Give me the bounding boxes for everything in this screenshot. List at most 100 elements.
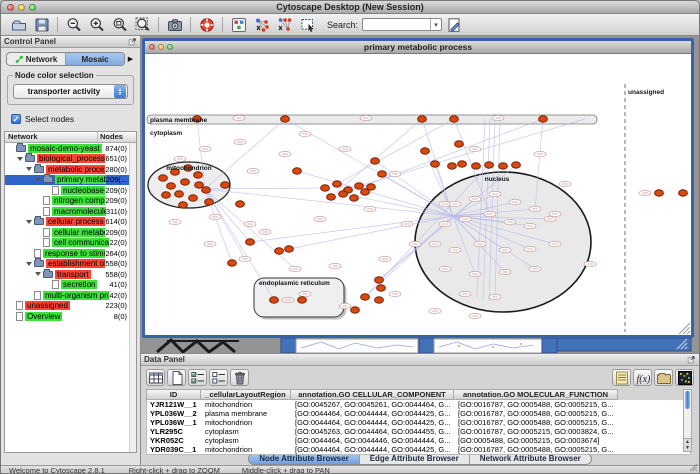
tree-scrollbar[interactable] [129,143,136,452]
open-file-icon[interactable] [7,16,30,34]
table-cell[interactable]: [GO:0045263, GO:0044464, GO:0044455, G..… [292,427,455,436]
node-color-dropdown[interactable]: transporter activity ▲▼ [13,84,128,99]
float-data-panel-icon[interactable] [687,355,696,364]
tab-network-attribute-browser[interactable]: Network Attribute Browser [470,454,591,464]
expander-icon[interactable] [26,262,32,266]
table-row[interactable]: YJR121W__1mitochondrion[GO:0045267, GO:0… [147,400,690,409]
zoom-in-icon[interactable] [85,16,108,34]
tab-overflow-icon[interactable]: ▶ [125,52,136,66]
network-view-titlebar[interactable]: primary metabolic process [145,41,691,54]
network-view-window[interactable]: primary metabolic process plasma membran… [142,38,694,338]
scrollbar-arrows[interactable]: ▲▼ [684,438,691,451]
chevron-down-icon[interactable]: ▾ [430,19,441,30]
notes-icon[interactable] [612,369,631,386]
table-cell[interactable]: mitochondrion [202,445,292,454]
minimize-icon[interactable] [18,4,25,11]
tab-network[interactable]: Network [7,53,66,65]
expander-icon[interactable] [35,272,41,276]
tab-node-attribute-browser[interactable]: Node Attribute Browser [249,454,360,464]
table-scrollbar[interactable]: ▲▼ [683,389,692,452]
column-cellular-layout-region[interactable]: _cellularLayoutRegion [201,389,291,400]
tree-row[interactable]: transport558(0) [5,269,136,280]
expander-icon[interactable] [26,220,32,224]
new-attribute-icon[interactable] [167,369,186,386]
table-cell[interactable]: [GO:0016787, GO:0005488, GO:0005215, G..… [455,400,619,409]
tree-column-network[interactable]: Network [5,132,98,142]
zoom-window-icon[interactable] [29,4,36,11]
tree-row[interactable]: biological_process651(0) [5,154,136,165]
table-cell[interactable]: [GO:0045267, GO:0045261, GO:0044464, G..… [292,400,455,409]
scrollbar-thumb[interactable] [685,391,690,409]
expander-icon[interactable] [26,167,32,171]
table-cell[interactable]: [GO:0044464, GO:0044446, GO:0044444, G..… [292,436,455,445]
window-titlebar[interactable]: Cytoscape Desktop (New Session) [1,1,699,14]
tree-row[interactable]: cell communicat22(0) [5,238,136,249]
search-config-icon[interactable] [442,16,465,34]
select-attributes-icon[interactable] [188,369,207,386]
table-cell[interactable]: YDR039C__1 [147,445,202,454]
import-attributes-icon[interactable] [654,369,673,386]
frame-close-icon[interactable] [149,44,155,50]
table-cell[interactable]: [GO:0016787, GO:0005215, GO:0003824, G..… [455,427,619,436]
function-builder-icon[interactable]: f(x) [633,369,652,386]
save-session-icon[interactable] [30,16,53,34]
network-canvas[interactable]: plasma membranecytoplasmmitochondrionnuc… [145,54,691,335]
table-cell[interactable]: cytoplasm [202,427,292,436]
table-row[interactable]: YKR052Ccytoplasm[GO:0044464, GO:0044446,… [147,436,690,445]
delete-attribute-icon[interactable] [230,369,249,386]
table-row[interactable]: YLR295Ccytoplasm[GO:0045263, GO:0044464,… [147,427,690,436]
layout-nodes-icon[interactable] [250,16,273,34]
close-icon[interactable] [7,4,14,11]
tree-row[interactable]: nitrogen compo209(0) [5,196,136,207]
table-cell[interactable]: YJR121W__1 [147,400,202,409]
frame-minimize-icon[interactable] [158,44,164,50]
search-input[interactable]: ▾ [362,18,442,31]
table-cell[interactable]: mitochondrion [202,418,292,427]
tree-row[interactable]: metabolic process280(0) [5,164,136,175]
help-icon[interactable] [195,16,218,34]
zoom-fit-icon[interactable] [108,16,131,34]
table-cell[interactable]: YKR052C [147,436,202,445]
tab-edge-attribute-browser[interactable]: Edge Attribute Browser [360,454,470,464]
column-go-cellular-component[interactable]: annotation.GO CELLULAR_COMPONENT [291,389,454,400]
table-cell[interactable]: [GO:0044464, GO:0044444, GO:0044425, G..… [292,445,455,454]
zoom-out-icon[interactable] [62,16,85,34]
tree-row[interactable]: Overview8(0) [5,311,136,322]
expander-icon[interactable] [35,178,41,182]
zoom-selected-icon[interactable] [131,16,154,34]
table-cell[interactable]: YLR295C [147,427,202,436]
tree-column-nodes[interactable]: Nodes [98,132,136,142]
attribute-table-icon[interactable] [146,369,165,386]
table-cell[interactable]: [GO:0016787, GO:0005488, GO:0005215, G..… [455,409,619,418]
table-cell[interactable]: [GO:0016787, GO:0005488, GO:0005215, G..… [455,445,619,454]
frame-zoom-icon[interactable] [167,44,173,50]
tree-row[interactable]: multi-organism pro42(0) [5,290,136,301]
expander-icon[interactable] [17,157,23,161]
tree-row[interactable]: secretion41(0) [5,280,136,291]
table-cell[interactable]: cytoplasm [202,436,292,445]
select-mode-icon[interactable] [296,16,319,34]
select-nodes-checkbox[interactable]: ✓ [11,114,21,124]
table-cell[interactable]: [GO:0044464, GO:0044444, GO:0044425, G..… [292,409,455,418]
table-row[interactable]: YDR039C__1mitochondrion[GO:0044464, GO:0… [147,445,690,454]
table-cell[interactable]: [GO:0005488, GO:0005215, GO:0003674] [455,436,619,445]
snapshot-icon[interactable] [163,16,186,34]
table-cell[interactable]: YPL036W__2 [147,409,202,418]
tree-row[interactable]: cellular metabo209(0) [5,227,136,238]
tree-row[interactable]: establishment of lo558(0) [5,259,136,270]
tree-row[interactable]: macromolecule311(0) [5,206,136,217]
table-row[interactable]: YPL036W__2plasma membrane[GO:0044464, GO… [147,409,690,418]
table-cell[interactable]: [GO:0016787, GO:0005488, GO:0005215, G..… [455,418,619,427]
search-text-field[interactable] [363,20,430,29]
tree-row[interactable]: primary metabo209(... [5,175,136,186]
table-cell[interactable]: YPL036W__1 [147,418,202,427]
column-id[interactable]: ID [146,389,201,400]
table-cell[interactable]: [GO:0044464, GO:0044444, GO:0044425, G..… [292,418,455,427]
table-cell[interactable]: plasma membrane [202,409,292,418]
column-go-molecular-function[interactable]: annotation.GO MOLECULAR_FUNCTION [454,389,618,400]
tree-row[interactable]: unassigned223(0) [5,301,136,312]
tree-row[interactable]: nucleobase-c209(0) [5,185,136,196]
tab-mosaic[interactable]: Mosaic [66,53,124,65]
vizmapper-icon[interactable] [227,16,250,34]
unselect-attributes-icon[interactable] [209,369,228,386]
